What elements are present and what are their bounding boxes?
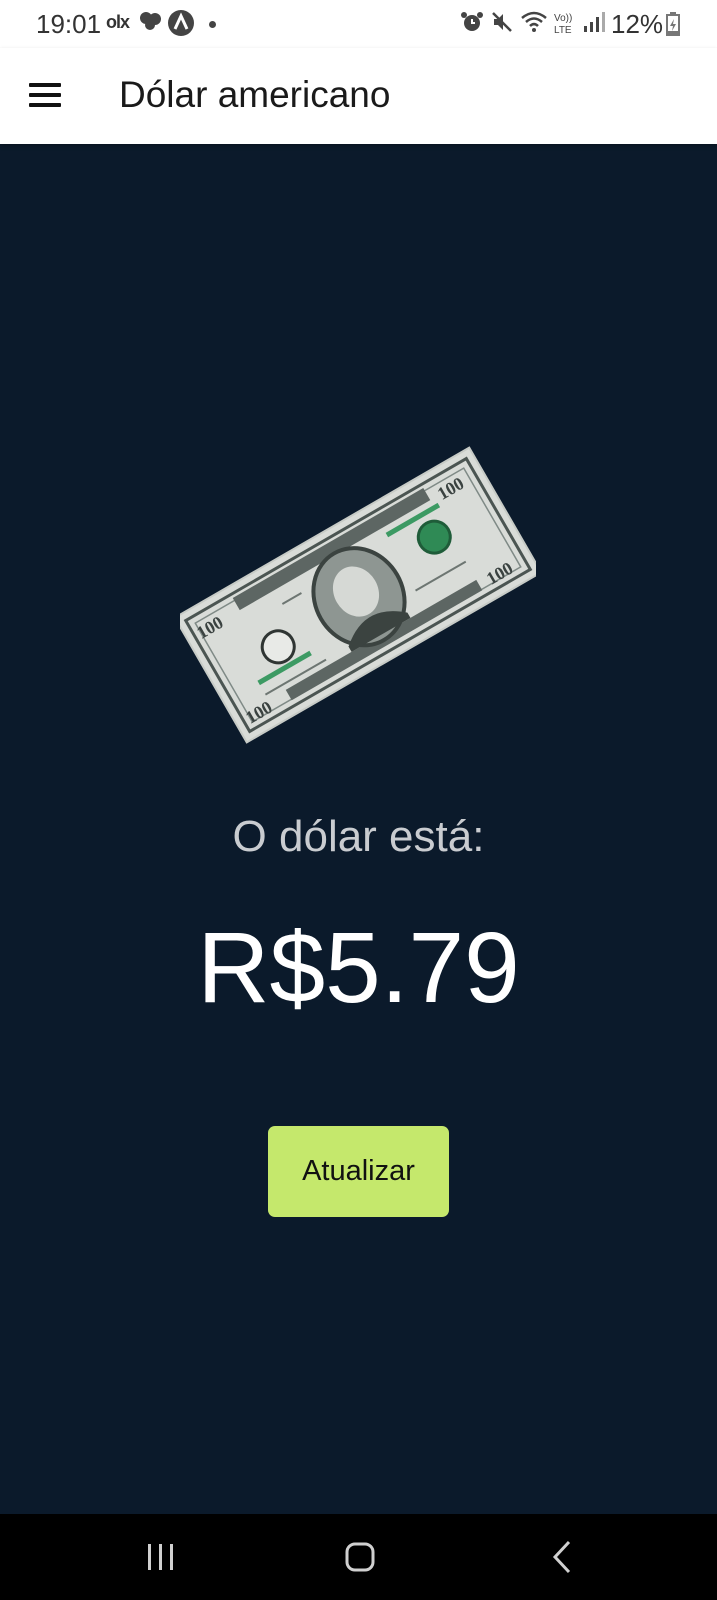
status-time: 19:01 — [36, 9, 102, 39]
mute-icon — [492, 12, 512, 32]
rate-label: O dólar está: — [232, 812, 485, 861]
signal-icon — [584, 12, 605, 32]
refresh-button[interactable]: Atualizar — [268, 1126, 449, 1217]
home-icon[interactable] — [320, 1534, 400, 1580]
dollar-price: R$5.79 — [197, 912, 520, 1024]
app-bar: Dólar americano — [0, 48, 717, 144]
battery-icon — [666, 12, 680, 36]
dollar-bill-image: 100 100 100 100 — [173, 445, 543, 745]
svg-text:Vo)): Vo)) — [554, 13, 572, 24]
chat-app-icon — [140, 12, 161, 30]
wifi-icon — [521, 11, 547, 32]
alarm-icon — [461, 12, 483, 31]
olx-icon: olx — [106, 12, 130, 32]
back-icon[interactable] — [522, 1534, 602, 1580]
volte-icon: Vo)) LTE — [554, 13, 572, 36]
battery-percent: 12% — [611, 9, 664, 39]
svg-text:LTE: LTE — [554, 25, 572, 36]
page-title: Dólar americano — [119, 74, 391, 115]
notification-dot-icon — [209, 21, 216, 28]
status-bar: 19:01 olx Vo)) LTE 12% — [0, 0, 717, 48]
system-navigation-bar — [0, 1514, 717, 1600]
hamburger-menu-icon[interactable] — [22, 72, 70, 120]
recent-apps-icon[interactable] — [120, 1534, 200, 1580]
a-app-icon — [168, 10, 194, 36]
